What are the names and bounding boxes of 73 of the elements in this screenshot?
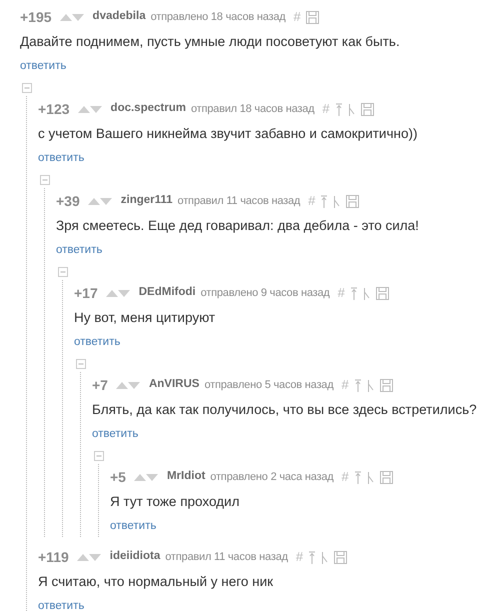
rating-score: +5 [110, 468, 126, 486]
post-time: отправлено 5 часов назад [204, 378, 334, 393]
collapse-toggle[interactable] [22, 83, 32, 93]
author-link[interactable]: dvadebila [92, 8, 146, 26]
parent-arrow-icon[interactable] [350, 286, 358, 300]
save-icon[interactable] [306, 10, 319, 24]
comment-text: Давайте поднимем, пусть умные люди посоветуют как быть. [20, 33, 401, 51]
post-time: отправлено 9 часов назад [200, 286, 330, 301]
branch-icon[interactable] [321, 550, 330, 564]
vote-up-button[interactable] [134, 473, 146, 481]
author-link[interactable]: doc.spectrum [110, 100, 186, 118]
save-icon[interactable] [380, 470, 393, 484]
collapse-toggle[interactable] [94, 451, 104, 461]
rating-score: +195 [20, 8, 52, 26]
vote-up-button[interactable] [78, 105, 90, 113]
rating-score: +119 [38, 548, 69, 566]
reply-link[interactable]: ответить [38, 597, 84, 611]
post-time: отправлено 2 часа назад [210, 470, 334, 485]
parent-arrow-icon[interactable] [334, 102, 343, 116]
vote-up-button[interactable] [106, 289, 118, 297]
author-link[interactable]: AnVIRUS [148, 376, 200, 394]
reply-link[interactable]: ответить [56, 241, 102, 259]
comment-text: Зря смеетесь. Еще дед говаривал: два дебила - это сила! [56, 217, 420, 235]
reply-link[interactable]: ответить [38, 149, 84, 167]
parent-arrow-icon[interactable] [354, 470, 362, 484]
vote-down-button[interactable] [128, 381, 140, 389]
branch-icon[interactable] [366, 470, 375, 484]
branch-icon[interactable] [362, 286, 371, 300]
collapse-toggle[interactable] [76, 359, 86, 369]
comment-text: Ну вот, меня цитируют [74, 309, 216, 327]
reply-link[interactable]: ответить [92, 425, 138, 443]
vote-up-button[interactable] [60, 13, 72, 21]
reply-link[interactable]: ответить [74, 333, 120, 351]
rating-score: +7 [92, 376, 108, 394]
vote-down-button[interactable] [90, 105, 102, 113]
branch-icon[interactable] [333, 194, 342, 208]
parent-arrow-icon[interactable] [354, 378, 362, 392]
vote-down-button[interactable] [100, 197, 112, 205]
comment-text: с учетом Вашего никнейма звучит забавно и самокритично)) [38, 125, 418, 143]
vote-down-button[interactable] [146, 473, 158, 481]
rating-score: +17 [74, 284, 98, 302]
author-link[interactable]: MrIdiot [166, 468, 206, 486]
reply-link[interactable]: ответить [110, 517, 156, 535]
collapse-toggle[interactable] [58, 267, 68, 277]
save-icon[interactable] [376, 286, 389, 300]
save-icon[interactable] [334, 550, 348, 564]
comment-text: Я считаю, что нормальный у него ник [38, 573, 274, 591]
post-time: отправил 18 часов назад [190, 102, 314, 117]
reply-link[interactable]: ответить [20, 57, 66, 75]
rating-score: +123 [38, 100, 70, 118]
vote-up-button[interactable] [88, 197, 100, 205]
author-link[interactable]: DEdMifodi [138, 284, 196, 302]
parent-arrow-icon[interactable] [308, 550, 316, 564]
parent-arrow-icon[interactable] [320, 194, 328, 208]
vote-up-button[interactable] [116, 381, 128, 389]
post-time: отправил 11 часов назад [165, 550, 288, 565]
save-icon[interactable] [360, 102, 374, 116]
comment-text: Блять, да как так получилось, что вы все здесь встретились? [92, 401, 478, 419]
comment-text: Я тут тоже проходил [110, 493, 240, 511]
author-link[interactable]: zinger111 [120, 192, 173, 210]
post-time: отправил 11 часов назад [178, 194, 300, 209]
branch-icon[interactable] [366, 378, 375, 392]
post-time: отправлено 18 часов назад [150, 10, 286, 25]
vote-down-button[interactable] [118, 289, 130, 297]
vote-down-button[interactable] [72, 13, 84, 21]
vote-up-button[interactable] [76, 553, 89, 561]
rating-score: +39 [56, 192, 80, 210]
branch-icon[interactable] [348, 102, 356, 116]
vote-down-button[interactable] [88, 553, 101, 561]
save-icon[interactable] [346, 194, 360, 208]
save-icon[interactable] [380, 378, 393, 392]
author-link[interactable]: ideiidiota [110, 548, 160, 566]
collapse-toggle[interactable] [40, 175, 50, 185]
